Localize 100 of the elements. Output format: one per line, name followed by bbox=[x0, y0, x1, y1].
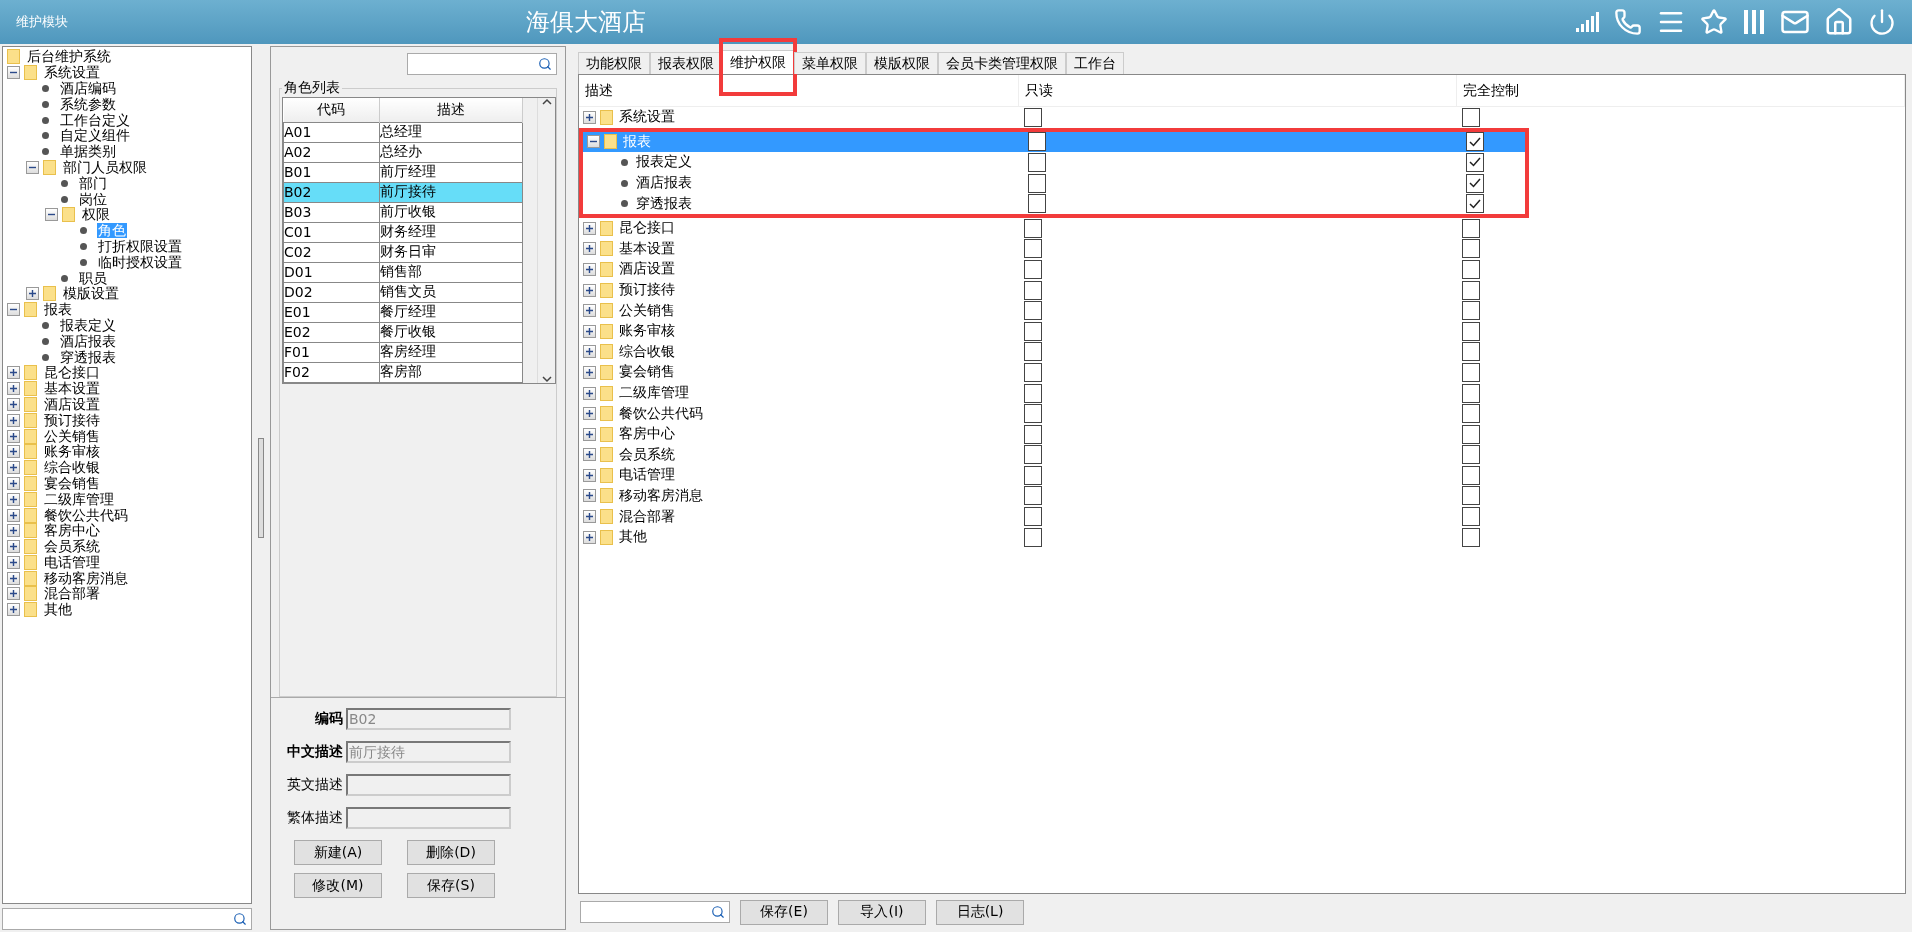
table-row[interactable]: 宴会销售 bbox=[579, 362, 1905, 383]
tab[interactable]: 工作台 bbox=[1066, 52, 1124, 74]
table-row[interactable]: 二级库管理 bbox=[579, 382, 1905, 404]
form-button[interactable]: 修改(M) bbox=[294, 873, 382, 898]
collapse-icon[interactable] bbox=[587, 135, 600, 149]
tree-item[interactable]: 基本设置 bbox=[43, 381, 101, 397]
tree-item[interactable]: 报表 bbox=[43, 302, 73, 318]
expand-icon[interactable] bbox=[7, 476, 20, 490]
table-row[interactable]: 移动客房消息 bbox=[579, 485, 1905, 507]
toolbar-button[interactable]: 导入(I) bbox=[838, 899, 926, 925]
expand-icon[interactable] bbox=[7, 413, 20, 427]
expand-icon[interactable] bbox=[583, 304, 596, 318]
table-row[interactable]: 混合部署 bbox=[579, 506, 1905, 527]
form-button[interactable]: 新建(A) bbox=[294, 840, 382, 865]
full-control-checkbox[interactable] bbox=[1462, 486, 1480, 506]
expand-icon[interactable] bbox=[7, 540, 20, 554]
columns-icon[interactable] bbox=[1742, 9, 1766, 35]
tree-item[interactable]: 二级库管理 bbox=[43, 491, 115, 507]
search-icon[interactable] bbox=[233, 912, 247, 926]
read-only-checkbox[interactable] bbox=[1024, 383, 1042, 403]
expand-icon[interactable] bbox=[583, 365, 596, 379]
read-only-checkbox[interactable] bbox=[1024, 218, 1042, 238]
home-icon[interactable] bbox=[1824, 7, 1854, 37]
table-cell[interactable]: A01 bbox=[283, 122, 380, 142]
full-control-checkbox[interactable] bbox=[1462, 507, 1480, 527]
tab[interactable]: 维护权限 bbox=[722, 50, 794, 74]
phone-icon[interactable] bbox=[1614, 8, 1642, 36]
read-only-checkbox[interactable] bbox=[1024, 465, 1042, 485]
toolbar-button[interactable]: 保存(E) bbox=[740, 899, 828, 925]
expand-icon[interactable] bbox=[583, 110, 596, 124]
full-control-checkbox[interactable] bbox=[1462, 342, 1480, 362]
read-only-checkbox[interactable] bbox=[1024, 424, 1042, 444]
splitter-handle[interactable] bbox=[258, 438, 264, 538]
full-control-checkbox[interactable] bbox=[1462, 301, 1480, 321]
table-cell[interactable]: E01 bbox=[283, 302, 380, 322]
table-cell[interactable]: A02 bbox=[283, 142, 380, 162]
full-control-checkbox[interactable] bbox=[1462, 404, 1480, 424]
table-cell[interactable]: B03 bbox=[283, 202, 380, 222]
table-row[interactable]: 预订接待 bbox=[579, 279, 1905, 301]
input-field[interactable] bbox=[346, 807, 511, 829]
table-cell[interactable]: B02 bbox=[283, 182, 380, 202]
full-control-checkbox[interactable] bbox=[1462, 424, 1480, 444]
read-only-checkbox[interactable] bbox=[1024, 239, 1042, 259]
tree-item[interactable]: 客房中心 bbox=[43, 523, 101, 539]
scroll-down-icon[interactable] bbox=[541, 374, 552, 383]
tree-item[interactable]: 工作台定义 bbox=[59, 112, 131, 128]
tab[interactable]: 会员卡类管理权限 bbox=[938, 52, 1066, 74]
toolbar-button[interactable]: 日志(L) bbox=[936, 899, 1024, 925]
collapse-icon[interactable] bbox=[26, 160, 39, 174]
collapse-icon[interactable] bbox=[7, 303, 20, 317]
full-control-checkbox[interactable] bbox=[1462, 239, 1480, 259]
table-row[interactable]: 综合收银 bbox=[579, 341, 1905, 363]
table-row[interactable]: 餐饮公共代码 bbox=[579, 403, 1905, 424]
full-control-checkbox[interactable] bbox=[1462, 383, 1480, 403]
read-only-checkbox[interactable] bbox=[1024, 321, 1042, 341]
full-control-checkbox[interactable] bbox=[1462, 107, 1480, 127]
table-cell[interactable]: D01 bbox=[283, 262, 380, 282]
read-only-checkbox[interactable] bbox=[1024, 301, 1042, 321]
table-cell[interactable]: F02 bbox=[283, 362, 380, 382]
expand-icon[interactable] bbox=[583, 530, 596, 544]
tree-item[interactable]: 其他 bbox=[43, 602, 73, 618]
full-control-checkbox[interactable] bbox=[1462, 465, 1480, 485]
collapse-icon[interactable] bbox=[7, 66, 20, 80]
expand-icon[interactable] bbox=[26, 287, 39, 301]
expand-icon[interactable] bbox=[7, 366, 20, 380]
tree-item[interactable]: 混合部署 bbox=[43, 586, 101, 602]
tree-item[interactable]: 模版设置 bbox=[62, 286, 120, 302]
full-control-checkbox[interactable] bbox=[1462, 445, 1480, 465]
tree-item[interactable]: 后台维护系统 bbox=[26, 49, 112, 65]
expand-icon[interactable] bbox=[7, 382, 20, 396]
full-control-checkbox[interactable] bbox=[1462, 362, 1480, 382]
table-row[interactable]: 酒店设置 bbox=[579, 259, 1905, 280]
tab[interactable]: 功能权限 bbox=[578, 52, 650, 74]
column-header[interactable]: 只读 bbox=[1019, 75, 1457, 106]
tree-item[interactable]: 酒店报表 bbox=[59, 333, 117, 349]
expand-icon[interactable] bbox=[583, 407, 596, 421]
read-only-checkbox[interactable] bbox=[1024, 486, 1042, 506]
expand-icon[interactable] bbox=[583, 283, 596, 297]
star-icon[interactable] bbox=[1700, 8, 1728, 36]
expand-icon[interactable] bbox=[7, 587, 20, 601]
search-field[interactable] bbox=[2, 908, 252, 930]
expand-icon[interactable] bbox=[7, 445, 20, 459]
tree-item[interactable]: 公关销售 bbox=[43, 428, 101, 444]
form-button[interactable]: 删除(D) bbox=[407, 840, 495, 865]
read-only-checkbox[interactable] bbox=[1024, 445, 1042, 465]
expand-icon[interactable] bbox=[7, 603, 20, 617]
column-header[interactable]: 完全控制 bbox=[1457, 75, 1905, 106]
expand-icon[interactable] bbox=[583, 324, 596, 338]
expand-icon[interactable] bbox=[7, 397, 20, 411]
tree-item[interactable]: 综合收银 bbox=[43, 460, 101, 476]
table-row[interactable]: 账务审核 bbox=[579, 320, 1905, 342]
read-only-checkbox[interactable] bbox=[1028, 194, 1046, 214]
tree-item[interactable]: 临时授权设置 bbox=[97, 254, 183, 270]
read-only-checkbox[interactable] bbox=[1024, 527, 1042, 547]
table-row[interactable]: 客房中心 bbox=[579, 423, 1905, 445]
table-row[interactable]: 电话管理 bbox=[579, 465, 1905, 486]
table-cell[interactable]: F01 bbox=[283, 342, 380, 362]
table-cell[interactable]: B01 bbox=[283, 162, 380, 182]
expand-icon[interactable] bbox=[7, 508, 20, 522]
tree-item[interactable]: 账务审核 bbox=[43, 444, 101, 460]
